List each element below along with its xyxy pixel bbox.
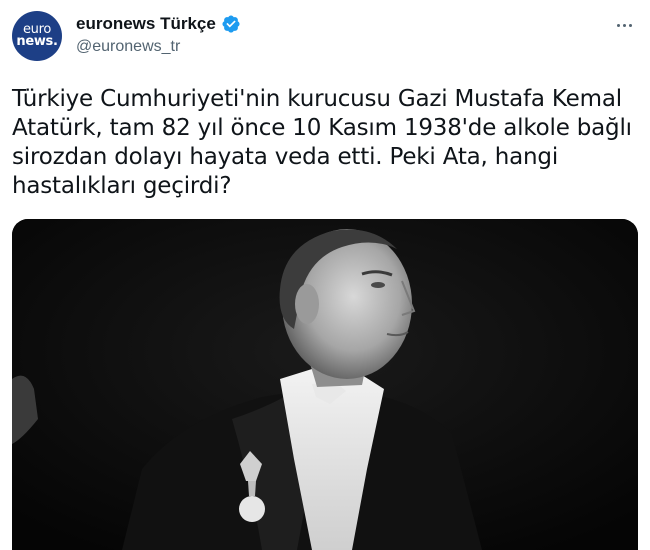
- handle[interactable]: @euronews_tr: [76, 38, 241, 56]
- display-name[interactable]: euronews Türkçe: [76, 14, 216, 34]
- more-dot: [628, 23, 632, 27]
- avatar-text-line2: news.: [16, 34, 58, 49]
- tweet-header: euro news. euronews Türkçe @euronews_tr: [12, 11, 638, 63]
- avatar[interactable]: euro news.: [12, 11, 62, 61]
- more-dot: [616, 23, 620, 27]
- portrait-photo-icon: [12, 219, 638, 550]
- more-options-icon[interactable]: [612, 15, 636, 35]
- display-name-row[interactable]: euronews Türkçe: [76, 14, 241, 34]
- verified-badge-icon: [222, 15, 240, 33]
- tweet-text: Türkiye Cumhuriyeti'nin kurucusu Gazi Mu…: [12, 86, 632, 199]
- account-info: euronews Türkçe @euronews_tr: [76, 14, 241, 56]
- more-dot: [622, 23, 626, 27]
- tweet-media-photo[interactable]: [12, 219, 638, 550]
